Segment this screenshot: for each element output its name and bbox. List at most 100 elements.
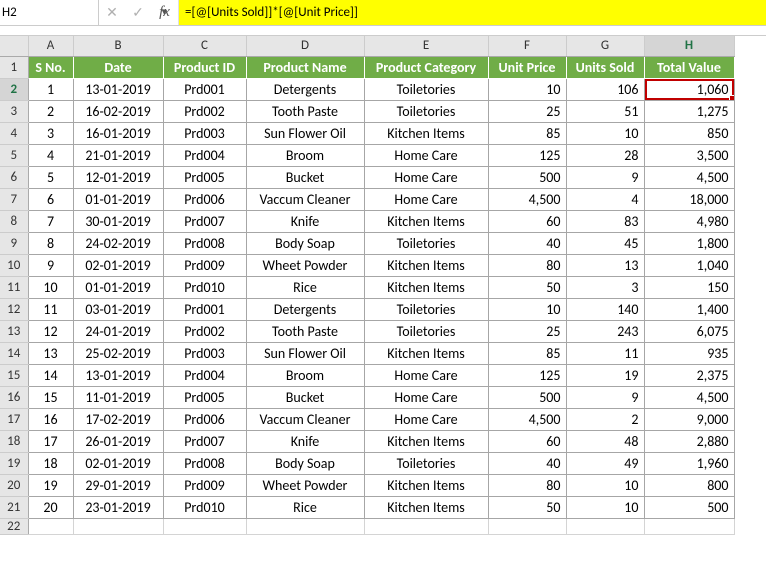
cell-G4[interactable]: 10 (566, 122, 644, 144)
cell-B21[interactable]: 23-01-2019 (73, 496, 163, 518)
cell-B11[interactable]: 01-01-2019 (73, 276, 163, 298)
cell-D14[interactable]: Sun Flower Oil (246, 342, 364, 364)
cell-D5[interactable]: Broom (246, 144, 364, 166)
col-header-H[interactable]: H (644, 36, 734, 56)
spreadsheet-grid[interactable]: ABCDEFGH1S No.DateProduct IDProduct Name… (0, 36, 766, 535)
cell-G2[interactable]: 106 (566, 78, 644, 100)
cell-H11[interactable]: 150 (644, 276, 734, 298)
cell-E7[interactable]: Home Care (364, 188, 488, 210)
cell-B20[interactable]: 29-01-2019 (73, 474, 163, 496)
cell-G22[interactable] (566, 518, 644, 534)
cell-H16[interactable]: 4,500 (644, 386, 734, 408)
cell-E3[interactable]: Toiletories (364, 100, 488, 122)
cell-C10[interactable]: Prd009 (163, 254, 246, 276)
cell-C19[interactable]: Prd008 (163, 452, 246, 474)
cell-F14[interactable]: 85 (488, 342, 566, 364)
cell-A14[interactable]: 13 (28, 342, 73, 364)
cell-E14[interactable]: Kitchen Items (364, 342, 488, 364)
row-header-16[interactable]: 16 (0, 386, 28, 408)
cell-G3[interactable]: 51 (566, 100, 644, 122)
cell-G21[interactable]: 10 (566, 496, 644, 518)
row-header-18[interactable]: 18 (0, 430, 28, 452)
cell-H7[interactable]: 18,000 (644, 188, 734, 210)
table-header-cell[interactable]: Units Sold (566, 56, 644, 78)
cell-A17[interactable]: 16 (28, 408, 73, 430)
table-header-cell[interactable]: Product Category (364, 56, 488, 78)
cell-D10[interactable]: Wheet Powder (246, 254, 364, 276)
cell-C12[interactable]: Prd001 (163, 298, 246, 320)
cell-E12[interactable]: Toiletories (364, 298, 488, 320)
cell-C3[interactable]: Prd002 (163, 100, 246, 122)
cell-G9[interactable]: 45 (566, 232, 644, 254)
cell-G15[interactable]: 19 (566, 364, 644, 386)
cell-G17[interactable]: 2 (566, 408, 644, 430)
cell-C6[interactable]: Prd005 (163, 166, 246, 188)
cell-D15[interactable]: Broom (246, 364, 364, 386)
cell-F4[interactable]: 85 (488, 122, 566, 144)
cell-F9[interactable]: 40 (488, 232, 566, 254)
cell-D7[interactable]: Vaccum Cleaner (246, 188, 364, 210)
cell-F3[interactable]: 25 (488, 100, 566, 122)
cell-A2[interactable]: 1 (28, 78, 73, 100)
row-header-21[interactable]: 21 (0, 496, 28, 518)
cell-G7[interactable]: 4 (566, 188, 644, 210)
cell-D12[interactable]: Detergents (246, 298, 364, 320)
cell-E17[interactable]: Home Care (364, 408, 488, 430)
cell-F6[interactable]: 500 (488, 166, 566, 188)
cell-F16[interactable]: 500 (488, 386, 566, 408)
cell-A8[interactable]: 7 (28, 210, 73, 232)
cell-B7[interactable]: 01-01-2019 (73, 188, 163, 210)
cell-D8[interactable]: Knife (246, 210, 364, 232)
cell-E16[interactable]: Home Care (364, 386, 488, 408)
cell-B4[interactable]: 16-01-2019 (73, 122, 163, 144)
cell-E5[interactable]: Home Care (364, 144, 488, 166)
row-header-17[interactable]: 17 (0, 408, 28, 430)
cell-F15[interactable]: 125 (488, 364, 566, 386)
formula-input[interactable] (179, 0, 766, 25)
cell-A22[interactable] (28, 518, 73, 534)
table-header-cell[interactable]: Total Value (644, 56, 734, 78)
cell-H18[interactable]: 2,880 (644, 430, 734, 452)
cell-C17[interactable]: Prd006 (163, 408, 246, 430)
cell-G6[interactable]: 9 (566, 166, 644, 188)
cell-A5[interactable]: 4 (28, 144, 73, 166)
cell-G19[interactable]: 49 (566, 452, 644, 474)
cell-B15[interactable]: 13-01-2019 (73, 364, 163, 386)
row-header-20[interactable]: 20 (0, 474, 28, 496)
col-header-A[interactable]: A (28, 36, 73, 56)
col-header-E[interactable]: E (364, 36, 488, 56)
cell-B19[interactable]: 02-01-2019 (73, 452, 163, 474)
cell-D9[interactable]: Body Soap (246, 232, 364, 254)
cell-C13[interactable]: Prd002 (163, 320, 246, 342)
cell-A10[interactable]: 9 (28, 254, 73, 276)
table-header-cell[interactable]: Unit Price (488, 56, 566, 78)
cell-G18[interactable]: 48 (566, 430, 644, 452)
cell-B22[interactable] (73, 518, 163, 534)
cell-D16[interactable]: Bucket (246, 386, 364, 408)
cell-B8[interactable]: 30-01-2019 (73, 210, 163, 232)
cell-G12[interactable]: 140 (566, 298, 644, 320)
cell-F5[interactable]: 125 (488, 144, 566, 166)
cell-C9[interactable]: Prd008 (163, 232, 246, 254)
cell-D18[interactable]: Knife (246, 430, 364, 452)
cell-A3[interactable]: 2 (28, 100, 73, 122)
cell-F22[interactable] (488, 518, 566, 534)
cell-H14[interactable]: 935 (644, 342, 734, 364)
cell-C18[interactable]: Prd007 (163, 430, 246, 452)
cell-E2[interactable]: Toiletories (364, 78, 488, 100)
cell-H17[interactable]: 9,000 (644, 408, 734, 430)
row-header-19[interactable]: 19 (0, 452, 28, 474)
cell-A21[interactable]: 20 (28, 496, 73, 518)
cell-C5[interactable]: Prd004 (163, 144, 246, 166)
cell-A13[interactable]: 12 (28, 320, 73, 342)
cell-D6[interactable]: Bucket (246, 166, 364, 188)
cell-H5[interactable]: 3,500 (644, 144, 734, 166)
table-header-cell[interactable]: S No. (28, 56, 73, 78)
row-header-14[interactable]: 14 (0, 342, 28, 364)
cell-G8[interactable]: 83 (566, 210, 644, 232)
row-header-9[interactable]: 9 (0, 232, 28, 254)
cell-D17[interactable]: Vaccum Cleaner (246, 408, 364, 430)
cell-E15[interactable]: Home Care (364, 364, 488, 386)
cell-H3[interactable]: 1,275 (644, 100, 734, 122)
cell-D21[interactable]: Rice (246, 496, 364, 518)
